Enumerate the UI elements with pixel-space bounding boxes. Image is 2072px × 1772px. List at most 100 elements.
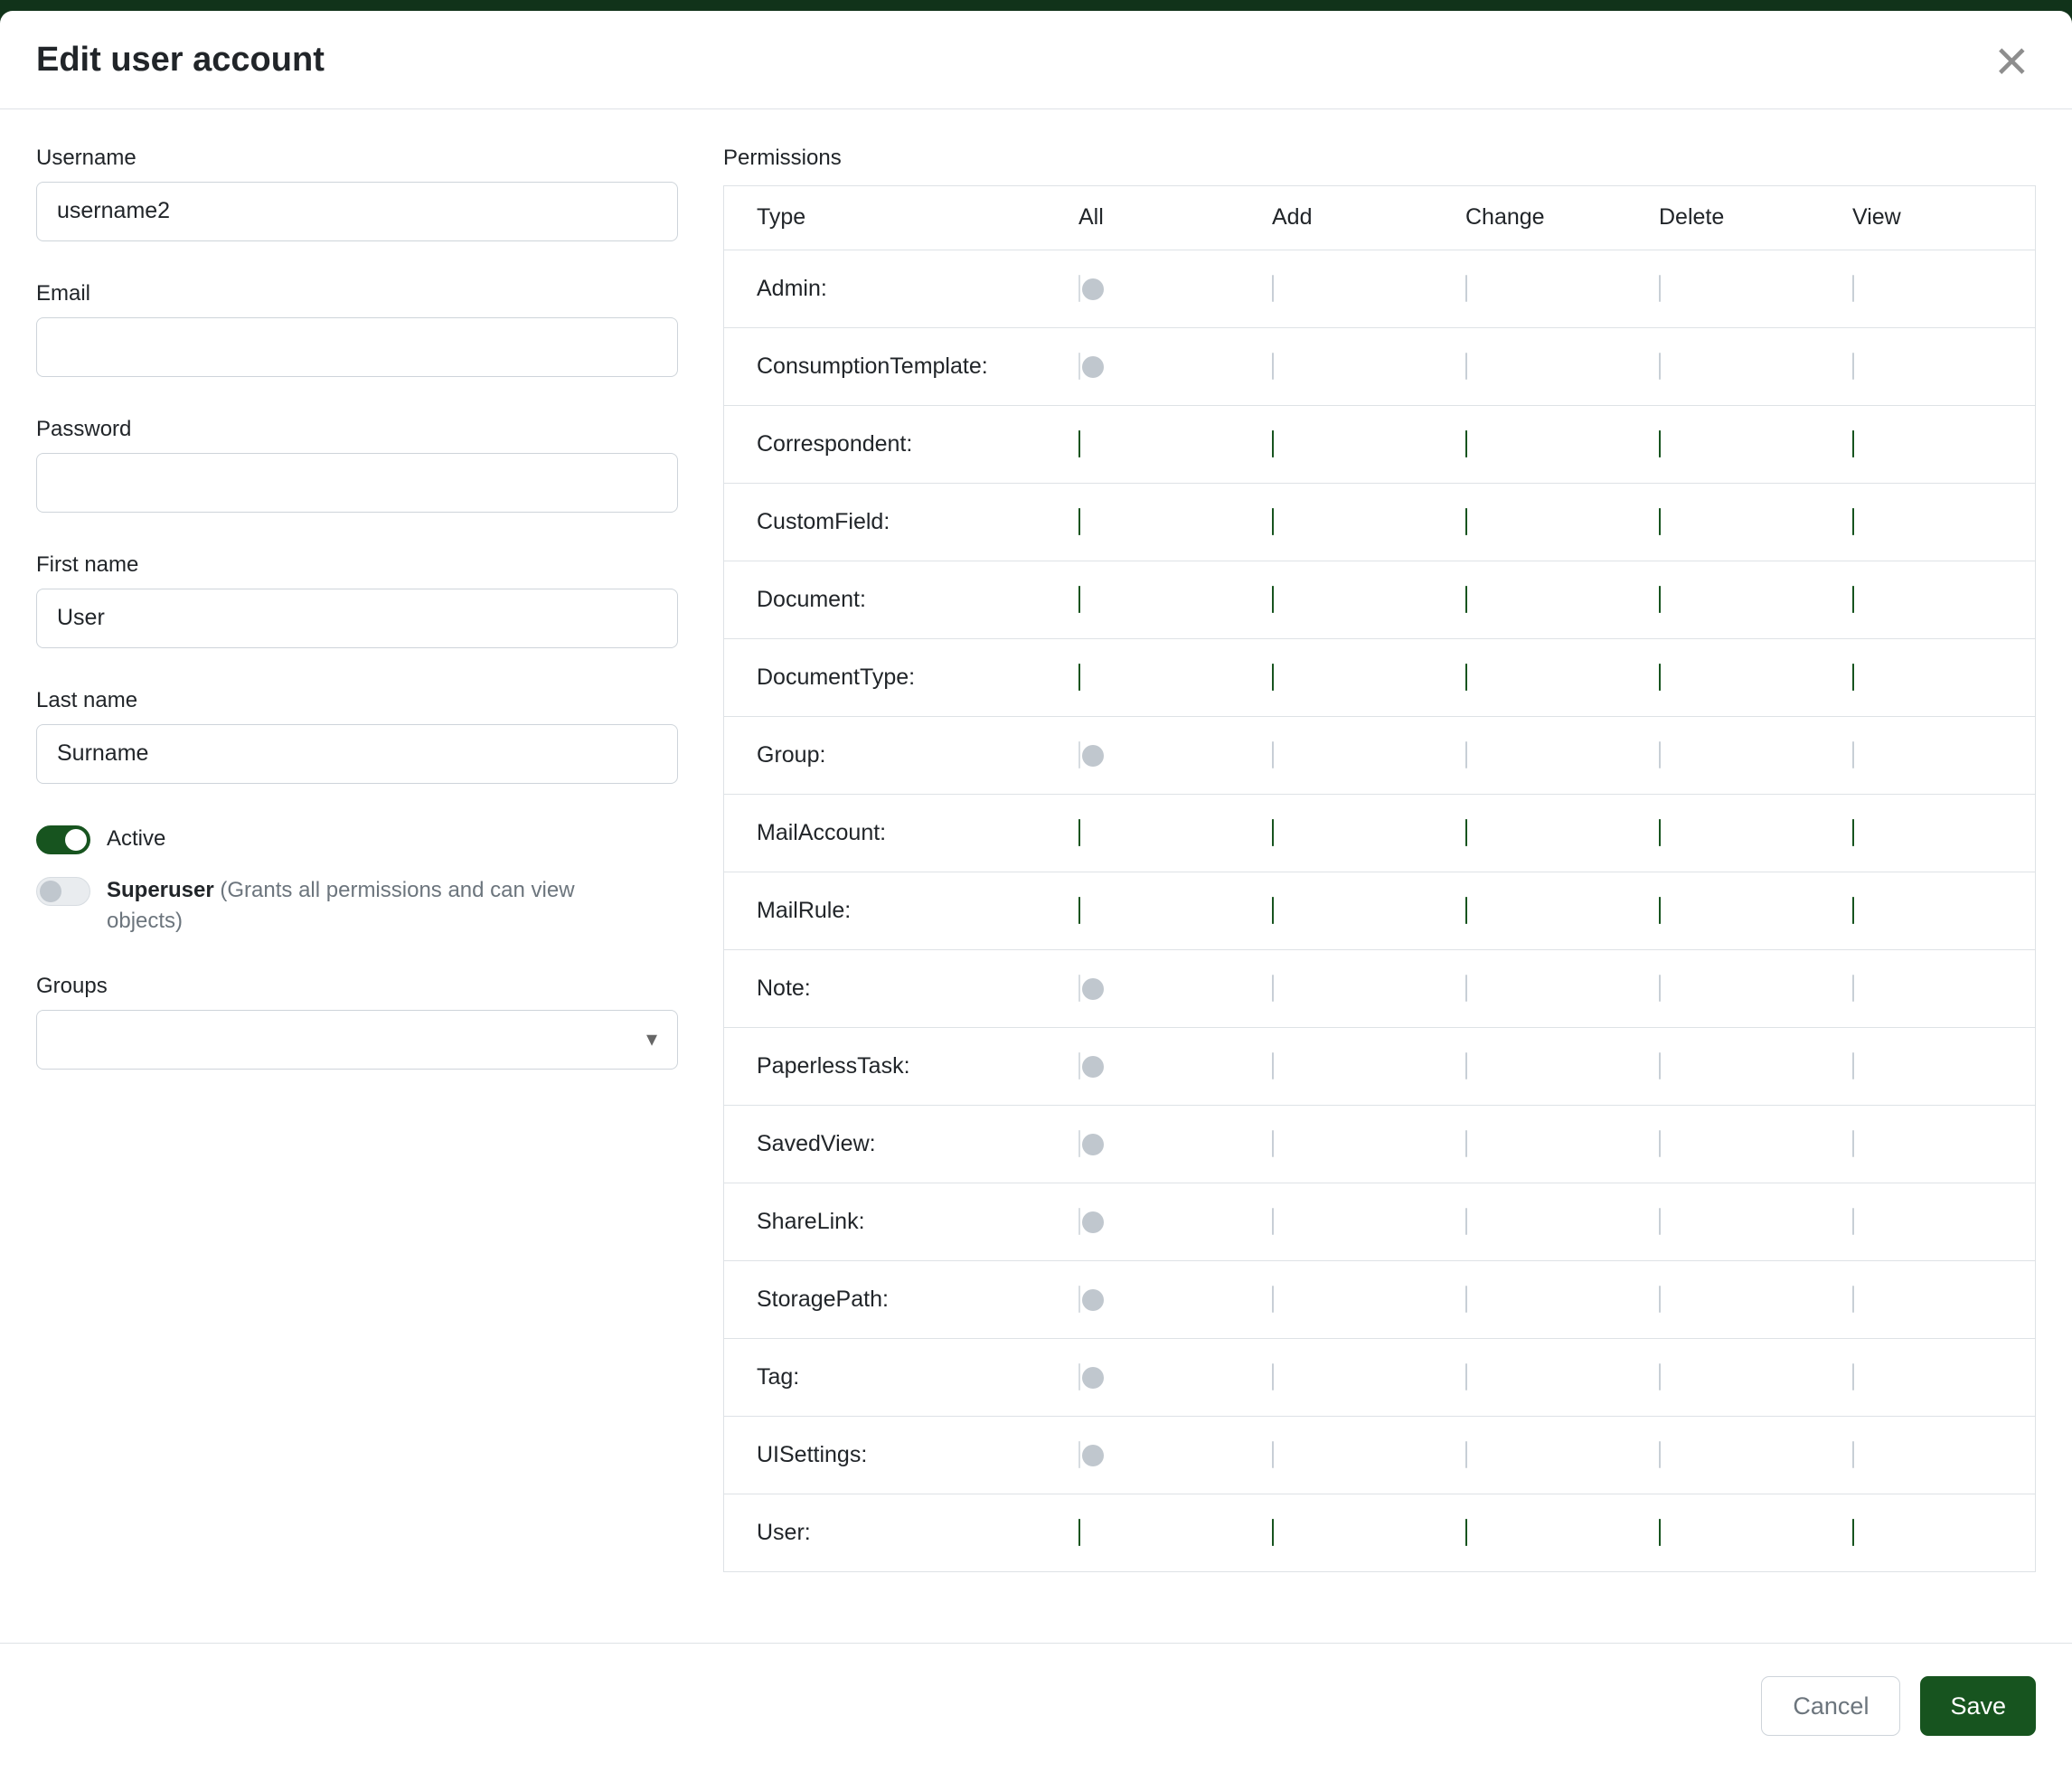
permission-add-checkbox[interactable]	[1272, 1130, 1274, 1157]
permission-delete-checkbox[interactable]	[1659, 430, 1661, 457]
email-field[interactable]	[36, 317, 678, 377]
cell-delete	[1648, 431, 1841, 457]
permission-delete-checkbox[interactable]	[1659, 897, 1661, 924]
permission-view-checkbox[interactable]	[1852, 664, 1854, 691]
permission-change-checkbox[interactable]	[1465, 819, 1467, 846]
permission-delete-checkbox[interactable]	[1659, 819, 1661, 846]
permission-change-checkbox[interactable]	[1465, 1441, 1467, 1468]
permission-add-checkbox[interactable]	[1272, 508, 1274, 535]
permission-all-toggle[interactable]	[1078, 586, 1080, 613]
permission-add-checkbox[interactable]	[1272, 897, 1274, 924]
groups-select[interactable]: ▾	[36, 1010, 678, 1070]
permission-view-checkbox[interactable]	[1852, 1052, 1854, 1079]
permission-view-checkbox[interactable]	[1852, 1441, 1854, 1468]
permission-view-checkbox[interactable]	[1852, 353, 1854, 380]
permission-delete-checkbox[interactable]	[1659, 1052, 1661, 1079]
first-name-field[interactable]	[36, 589, 678, 648]
permission-change-checkbox[interactable]	[1465, 353, 1467, 380]
permission-delete-checkbox[interactable]	[1659, 1208, 1661, 1235]
password-field[interactable]	[36, 453, 678, 513]
permission-delete-checkbox[interactable]	[1659, 353, 1661, 380]
close-icon[interactable]: ×	[1992, 42, 2032, 79]
permission-all-toggle[interactable]	[1078, 1363, 1080, 1390]
permission-add-checkbox[interactable]	[1272, 275, 1274, 302]
permission-delete-checkbox[interactable]	[1659, 1363, 1661, 1390]
permission-change-checkbox[interactable]	[1465, 975, 1467, 1002]
permission-change-checkbox[interactable]	[1465, 1286, 1467, 1313]
permission-all-toggle[interactable]	[1078, 897, 1080, 924]
permission-delete-checkbox[interactable]	[1659, 664, 1661, 691]
permission-all-toggle[interactable]	[1078, 1052, 1080, 1079]
permission-view-checkbox[interactable]	[1852, 275, 1854, 302]
permission-delete-checkbox[interactable]	[1659, 1130, 1661, 1157]
permission-add-checkbox[interactable]	[1272, 1519, 1274, 1546]
table-row: User:	[724, 1494, 2035, 1571]
permission-view-checkbox[interactable]	[1852, 1363, 1854, 1390]
permission-all-toggle[interactable]	[1078, 353, 1080, 380]
permission-change-checkbox[interactable]	[1465, 1052, 1467, 1079]
active-toggle[interactable]	[36, 825, 90, 854]
permission-add-checkbox[interactable]	[1272, 1441, 1274, 1468]
permission-all-toggle[interactable]	[1078, 275, 1080, 302]
permission-delete-checkbox[interactable]	[1659, 975, 1661, 1002]
permission-change-checkbox[interactable]	[1465, 275, 1467, 302]
permission-add-checkbox[interactable]	[1272, 353, 1274, 380]
permission-add-checkbox[interactable]	[1272, 741, 1274, 768]
permission-all-toggle[interactable]	[1078, 1441, 1080, 1468]
superuser-toggle[interactable]	[36, 877, 90, 906]
permission-all-toggle[interactable]	[1078, 1286, 1080, 1313]
permission-view-checkbox[interactable]	[1852, 1130, 1854, 1157]
permission-view-checkbox[interactable]	[1852, 897, 1854, 924]
permission-add-checkbox[interactable]	[1272, 1286, 1274, 1313]
permission-view-checkbox[interactable]	[1852, 819, 1854, 846]
permission-all-toggle[interactable]	[1078, 741, 1080, 768]
username-input[interactable]	[36, 182, 678, 241]
permission-change-checkbox[interactable]	[1465, 1130, 1467, 1157]
cell-change	[1455, 1287, 1648, 1313]
permission-change-checkbox[interactable]	[1465, 741, 1467, 768]
permission-change-checkbox[interactable]	[1465, 1363, 1467, 1390]
permission-add-checkbox[interactable]	[1272, 819, 1274, 846]
permission-delete-checkbox[interactable]	[1659, 275, 1661, 302]
permission-all-toggle[interactable]	[1078, 430, 1080, 457]
permission-all-toggle[interactable]	[1078, 975, 1080, 1002]
permission-change-checkbox[interactable]	[1465, 664, 1467, 691]
permission-all-toggle[interactable]	[1078, 508, 1080, 535]
permission-add-checkbox[interactable]	[1272, 1208, 1274, 1235]
permission-delete-checkbox[interactable]	[1659, 508, 1661, 535]
permission-delete-checkbox[interactable]	[1659, 1286, 1661, 1313]
permission-change-checkbox[interactable]	[1465, 586, 1467, 613]
permission-all-toggle[interactable]	[1078, 1519, 1080, 1546]
permission-add-checkbox[interactable]	[1272, 430, 1274, 457]
permission-view-checkbox[interactable]	[1852, 1519, 1854, 1546]
permission-view-checkbox[interactable]	[1852, 975, 1854, 1002]
permission-all-toggle[interactable]	[1078, 819, 1080, 846]
permission-delete-checkbox[interactable]	[1659, 1519, 1661, 1546]
permission-delete-checkbox[interactable]	[1659, 1441, 1661, 1468]
permission-change-checkbox[interactable]	[1465, 897, 1467, 924]
permission-change-checkbox[interactable]	[1465, 1519, 1467, 1546]
permission-delete-checkbox[interactable]	[1659, 586, 1661, 613]
permission-view-checkbox[interactable]	[1852, 508, 1854, 535]
permission-delete-checkbox[interactable]	[1659, 741, 1661, 768]
permission-view-checkbox[interactable]	[1852, 741, 1854, 768]
permission-view-checkbox[interactable]	[1852, 586, 1854, 613]
permission-change-checkbox[interactable]	[1465, 1208, 1467, 1235]
permission-view-checkbox[interactable]	[1852, 430, 1854, 457]
last-name-field[interactable]	[36, 724, 678, 784]
permission-change-checkbox[interactable]	[1465, 430, 1467, 457]
cancel-button[interactable]: Cancel	[1761, 1676, 1900, 1736]
permission-all-toggle[interactable]	[1078, 1208, 1080, 1235]
permission-add-checkbox[interactable]	[1272, 975, 1274, 1002]
permission-add-checkbox[interactable]	[1272, 1052, 1274, 1079]
permission-all-toggle[interactable]	[1078, 1130, 1080, 1157]
permission-all-toggle[interactable]	[1078, 664, 1080, 691]
permission-add-checkbox[interactable]	[1272, 586, 1274, 613]
permission-view-checkbox[interactable]	[1852, 1208, 1854, 1235]
permission-add-checkbox[interactable]	[1272, 1363, 1274, 1390]
permission-add-checkbox[interactable]	[1272, 664, 1274, 691]
permission-type-label: DocumentType:	[724, 664, 1068, 691]
permission-change-checkbox[interactable]	[1465, 508, 1467, 535]
permission-view-checkbox[interactable]	[1852, 1286, 1854, 1313]
save-button[interactable]: Save	[1920, 1676, 2036, 1736]
